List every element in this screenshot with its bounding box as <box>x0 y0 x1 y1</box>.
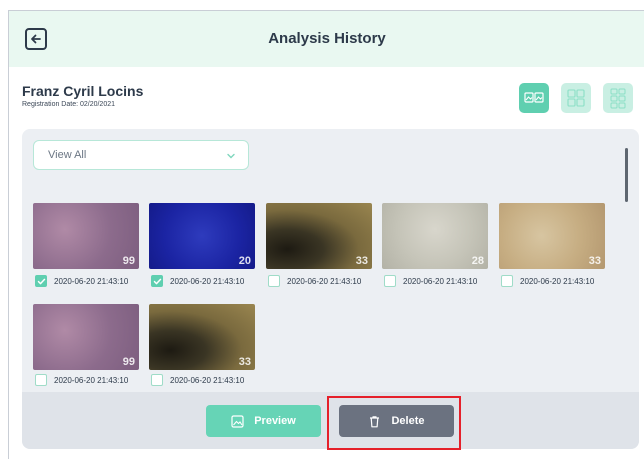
view-grid-6-button[interactable] <box>603 83 633 113</box>
image-caption: 2020-06-20 21:43:10 <box>268 274 361 288</box>
header-bar: Analysis History <box>9 11 644 67</box>
select-checkbox[interactable] <box>151 374 163 386</box>
image-thumbnail[interactable]: 20 <box>149 203 255 269</box>
preview-button[interactable]: Preview <box>206 405 321 437</box>
thumbnail-value: 20 <box>238 255 251 267</box>
thumbnail-value: 28 <box>471 255 484 267</box>
app-frame: Analysis History Franz Cyril Locins Regi… <box>8 10 644 459</box>
image-caption: 2020-06-20 21:43:10 <box>501 274 594 288</box>
image-date: 2020-06-20 21:43:10 <box>54 375 129 385</box>
image-thumbnail[interactable]: 99 <box>33 304 139 370</box>
grid-6-icon <box>610 88 626 109</box>
delete-highlight-box <box>327 396 461 450</box>
filter-selected-value: View All <box>48 149 87 161</box>
image-caption: 2020-06-20 21:43:10 <box>35 373 128 387</box>
image-caption: 2020-06-20 21:43:10 <box>35 274 128 288</box>
chevron-down-icon <box>227 153 235 159</box>
select-checkbox[interactable] <box>35 275 47 287</box>
registration-date: Registration Date: 02/20/2021 <box>22 101 116 108</box>
preview-label: Preview <box>254 415 296 427</box>
select-checkbox[interactable] <box>384 275 396 287</box>
view-grid-2-button[interactable] <box>519 83 549 113</box>
thumbnail-value: 99 <box>122 356 135 368</box>
image-thumbnail[interactable]: 33 <box>499 203 605 269</box>
image-date: 2020-06-20 21:43:10 <box>403 276 478 286</box>
select-checkbox[interactable] <box>268 275 280 287</box>
page-title: Analysis History <box>268 30 386 47</box>
image-caption: 2020-06-20 21:43:10 <box>151 373 244 387</box>
image-date: 2020-06-20 21:43:10 <box>170 375 245 385</box>
image-thumbnail[interactable]: 99 <box>33 203 139 269</box>
image-date: 2020-06-20 21:43:10 <box>287 276 362 286</box>
thumbnail-value: 33 <box>355 255 368 267</box>
thumbnail-value: 33 <box>238 356 251 368</box>
image-date: 2020-06-20 21:43:10 <box>54 276 129 286</box>
image-caption: 2020-06-20 21:43:10 <box>151 274 244 288</box>
user-name: Franz Cyril Locins <box>22 83 144 99</box>
image-date: 2020-06-20 21:43:10 <box>520 276 595 286</box>
image-thumbnail[interactable]: 28 <box>382 203 488 269</box>
image-thumbnail[interactable]: 33 <box>149 304 255 370</box>
scrollbar[interactable] <box>625 148 628 202</box>
thumbnail-value: 99 <box>122 255 135 267</box>
select-checkbox[interactable] <box>151 275 163 287</box>
check-icon <box>153 278 161 284</box>
image-date: 2020-06-20 21:43:10 <box>170 276 245 286</box>
image-icon <box>231 414 244 428</box>
check-icon <box>37 278 45 284</box>
filter-dropdown[interactable]: View All <box>33 140 249 170</box>
thumbnail-value: 33 <box>588 255 601 267</box>
image-thumbnail[interactable]: 33 <box>266 203 372 269</box>
select-checkbox[interactable] <box>35 374 47 386</box>
select-checkbox[interactable] <box>501 275 513 287</box>
grid-4-icon <box>567 89 585 107</box>
image-caption: 2020-06-20 21:43:10 <box>384 274 477 288</box>
grid-2-icon <box>524 92 544 103</box>
view-grid-4-button[interactable] <box>561 83 591 113</box>
